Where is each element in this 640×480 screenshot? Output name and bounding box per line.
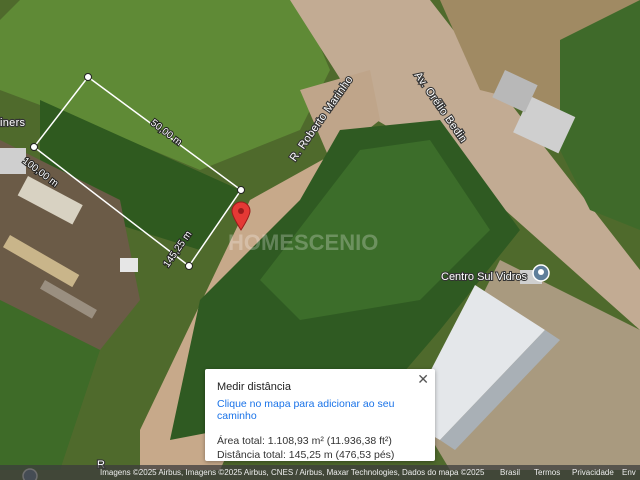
total-distance: Distância total: 145,25 m (476,53 pés) [217,449,395,461]
footer-link-termos[interactable]: Termos [534,465,560,480]
measure-vertex[interactable] [185,262,193,270]
panel-title: Medir distância [217,381,291,393]
panel-hint: Clique no mapa para adicionar ao seu cam… [217,398,395,422]
measure-vertex[interactable] [30,143,38,151]
place-pin-icon[interactable] [532,264,550,282]
map-footer: Imagens ©2025 Airbus, Imagens ©2025 Airb… [0,465,640,480]
measure-vertex[interactable] [237,186,245,194]
footer-link-brasil[interactable]: Brasil [500,465,520,480]
measure-vertex[interactable] [84,73,92,81]
close-icon[interactable]: ✕ [417,371,429,388]
footer-link-privacidade[interactable]: Privacidade [572,465,614,480]
footer-link-env[interactable]: Env [622,465,636,480]
total-area: Área total: 1.108,93 m² (11.936,38 ft²) [217,435,392,447]
poi-label[interactable]: Centro Sul Vidros [440,270,529,284]
attribution-text: Imagens ©2025 Airbus, Imagens ©2025 Airb… [100,468,485,477]
watermark: HOMESCENIO [228,230,378,255]
measure-distance-panel: ✕ Medir distância Clique no mapa para ad… [205,369,435,461]
partial-place-label: iners [0,117,26,129]
